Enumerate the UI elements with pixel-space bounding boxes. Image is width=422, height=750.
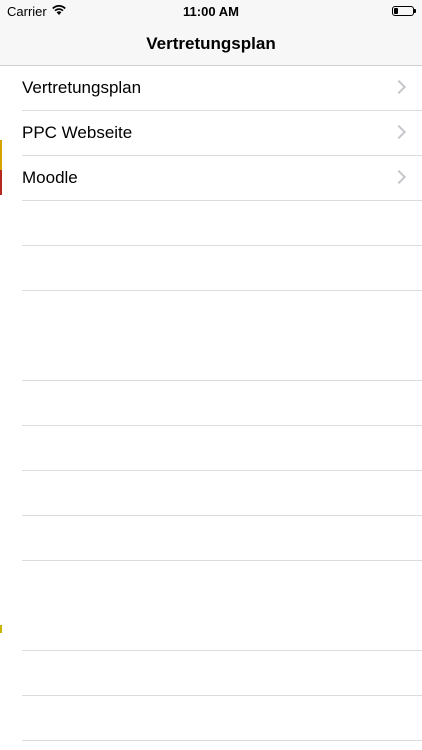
separator — [22, 515, 422, 516]
separator — [22, 695, 422, 696]
separator — [22, 650, 422, 651]
battery-icon — [392, 6, 416, 16]
chevron-right-icon — [391, 79, 407, 95]
separator — [22, 470, 422, 471]
row-label: Vertretungsplan — [22, 78, 142, 97]
chevron-right-icon — [391, 124, 407, 140]
separator — [22, 245, 422, 246]
edge-artifact — [0, 625, 2, 633]
separator — [22, 290, 422, 291]
separator — [22, 380, 422, 381]
navigation-bar: Vertretungsplan — [0, 24, 422, 66]
status-time: 11:00 AM — [183, 4, 239, 19]
row-label: Moodle — [22, 168, 78, 187]
separator — [22, 740, 422, 741]
row-label: PPC Webseite — [22, 123, 133, 142]
table-row-moodle[interactable]: Moodle — [22, 156, 422, 201]
table-view[interactable]: Vertretungsplan PPC Webseite Moodle — [0, 66, 422, 201]
page-title: Vertretungsplan — [146, 34, 276, 53]
table-row-ppc-webseite[interactable]: PPC Webseite — [22, 111, 422, 156]
chevron-right-icon — [391, 169, 407, 185]
separator — [22, 560, 422, 561]
separator — [22, 425, 422, 426]
status-bar: Carrier 11:00 AM — [0, 0, 422, 24]
table-row-vertretungsplan[interactable]: Vertretungsplan — [22, 66, 422, 111]
